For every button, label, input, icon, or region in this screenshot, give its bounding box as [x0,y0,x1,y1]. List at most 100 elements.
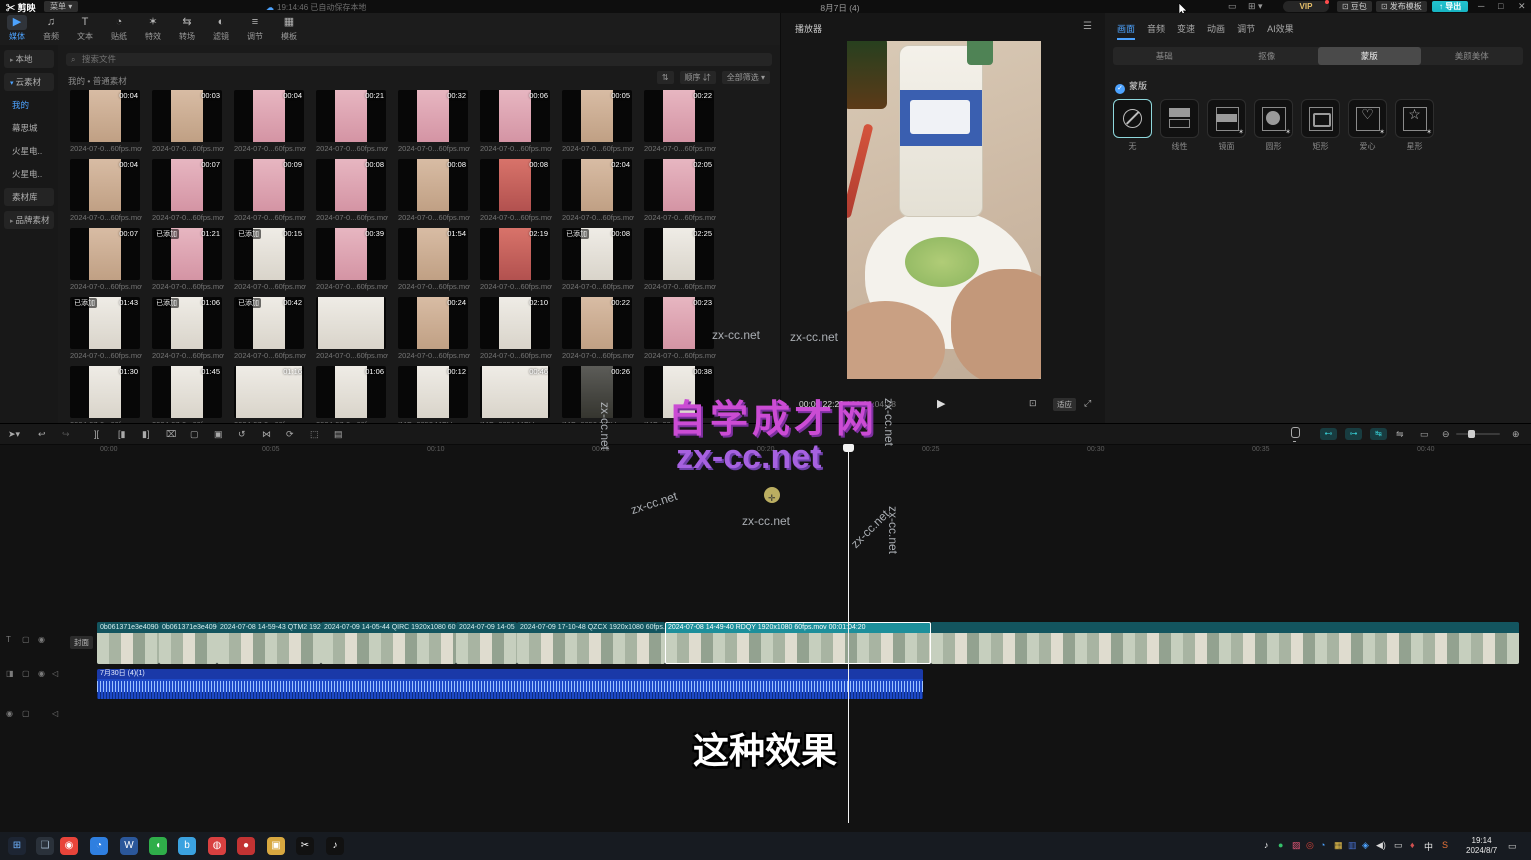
player-menu-icon[interactable]: ☰ [1083,21,1092,32]
media-thumbnail[interactable]: 00:32 [398,90,468,142]
mask-star[interactable]: ✶ 星形 [1395,99,1434,152]
mask-tile[interactable]: ✶ [1301,99,1340,138]
video-clip[interactable]: 2024-07-09 14-05 [456,622,517,664]
media-thumbnail[interactable]: 00:22 [644,90,714,142]
media-thumbnail[interactable]: 02:19 [480,228,550,280]
mask-tile[interactable]: ✶ [1113,99,1152,138]
notification-center-icon[interactable]: ▭ [1508,841,1517,852]
media-thumbnail[interactable]: 00:23 [644,297,714,349]
split-icon[interactable]: ][ [94,427,99,441]
media-item[interactable]: 01:30 2024-07-0...60fps.mov [64,364,146,432]
mirror-icon[interactable]: ⋈ [262,427,271,441]
video-clip[interactable]: 0b061371e3e4090( [97,622,159,664]
media-item[interactable]: 00:08 2024-07-0...60fps.mov [474,157,556,225]
search-input[interactable]: ⌕搜索文件 [66,53,772,66]
media-item[interactable]: 00:05 2024-07-0...60fps.mov [556,88,638,156]
mask-tile[interactable]: ✶ [1207,99,1246,138]
media-item[interactable]: 已添加 01:06 2024-07-0...60fps.mov [146,295,228,363]
freeze-frame-icon[interactable]: ▢ [190,427,199,441]
media-thumbnail[interactable]: 01:45 [152,366,222,418]
app-edge[interactable]: ◔ [90,837,108,855]
mask-tile[interactable]: ✶ [1160,99,1199,138]
media-thumbnail[interactable]: 00:05 [562,90,632,142]
tab-sound[interactable]: 音频 [1147,22,1165,38]
preview-axis-toggle[interactable]: ↹ [1370,428,1387,440]
video-clip[interactable]: 2024-07-08 14-49-40 RDQY 1920x1080 60fps… [665,622,931,664]
select-tool-icon[interactable]: ➤▾ [8,427,20,441]
tab-filter[interactable]: ◐ 滤镜 [204,15,238,42]
media-item[interactable]: 00:09 2024-07-0...60fps.mov [228,157,310,225]
task-view-button[interactable]: ❑ [36,837,54,855]
tray-mic-icon[interactable]: ♦ [1410,840,1415,850]
media-thumbnail[interactable]: 00:26 [562,366,632,418]
video-preview[interactable] [847,41,1041,379]
media-thumbnail[interactable]: 00:04 [70,90,140,142]
app-folder[interactable]: ▣ [267,837,285,855]
media-item[interactable]: 00:07 2024-07-0...60fps.mov [146,157,228,225]
tray-record-icon[interactable]: ◎ [1306,840,1314,851]
sidebar-item-huoxing-1[interactable]: 火星电.. [4,142,54,160]
video-clip[interactable]: 2024-07-09 17-10-48 QZCX 1920x1080 60fps… [517,622,665,664]
media-thumbnail[interactable]: 00:22 [562,297,632,349]
media-item[interactable]: 02:25 2024-07-0...60fps.mov [638,226,720,294]
mask-section-header[interactable]: ✓蒙版 [1115,79,1147,94]
media-item[interactable]: 01:16 2024-07-0...60fps.mov [228,364,310,432]
media-thumbnail[interactable]: 00:39 [316,228,386,280]
trim-right-icon[interactable]: ▮] [142,427,149,441]
media-item[interactable]: 00:08 2024-07-0...60fps.mov [310,157,392,225]
mask-tile[interactable]: ✶ [1395,99,1434,138]
sidebar-item-library[interactable]: 素材库 [4,188,54,206]
tab-media[interactable]: ▶ 媒体 [0,15,34,42]
minimize-button[interactable]: ─ [1478,0,1484,13]
media-item[interactable]: 01:45 2024-07-0...60fps.mov [146,364,228,432]
media-thumbnail[interactable]: 00:06 [480,90,550,142]
app-word[interactable]: W [120,837,138,855]
cover-button[interactable]: 封面 [70,636,93,649]
sidebar-item-local[interactable]: ▸本地 [4,50,54,68]
media-item[interactable]: 已添加 00:42 2024-07-0...60fps.mov [228,295,310,363]
media-item[interactable]: 02:19 2024-07-0...60fps.mov [474,226,556,294]
audio-clip-label[interactable]: 7月30日 (4)(1) [97,669,923,679]
app-chrome[interactable]: ◉ [60,837,78,855]
media-item[interactable]: 已添加 00:15 2024-07-0...60fps.mov [228,226,310,294]
tab-adjust[interactable]: ≡ 调节 [238,15,272,42]
tray-yellow-icon[interactable]: ▦ [1334,840,1343,851]
video-track-lock-icon[interactable]: ▢ [22,669,30,678]
doubao-button[interactable]: ⊡豆包 [1337,1,1372,12]
app-jianying[interactable]: ✂ [296,837,314,855]
media-item[interactable]: 00:22 2024-07-0...60fps.mov [556,295,638,363]
filter-all-button[interactable]: 全部筛选 ▾ [722,71,770,84]
maximize-button[interactable]: □ [1498,0,1503,13]
mask-none[interactable]: ✶ 无 [1113,99,1152,152]
media-item[interactable]: 00:22 2024-07-0...60fps.mov [638,88,720,156]
subtab-cutout[interactable]: 抠像 [1216,47,1319,65]
timeline-zoom-slider[interactable] [1456,433,1500,435]
media-thumbnail[interactable]: 01:06 [316,366,386,418]
media-item[interactable]: 01:54 2024-07-0...60fps.mov [392,226,474,294]
crop-icon[interactable]: ⬚ [310,427,319,441]
compact-mode-icon[interactable]: ▭ [1228,1,1237,12]
media-item[interactable]: 02:05 2024-07-0...60fps.mov [638,157,720,225]
media-item[interactable]: 02:10 2024-07-0...60fps.mov [474,295,556,363]
delete-icon[interactable]: ⌧ [166,427,176,441]
subtab-basic[interactable]: 基础 [1113,47,1216,65]
text-track-icon[interactable]: T [6,635,11,644]
mic-record-icon[interactable] [1291,427,1300,438]
mask-mirror[interactable]: ✶ 镜面 [1207,99,1246,152]
tab-sticker[interactable]: ◔ 贴纸 [102,15,136,42]
media-item[interactable]: 00:46 IMG_0851.MOV [474,364,556,432]
media-item[interactable]: 00:21 2024-07-0...60fps.mov [310,88,392,156]
audio-track-icon[interactable]: ◉ [6,709,13,718]
rotate-icon[interactable]: ⟳ [286,427,294,441]
tab-audio[interactable]: ♫ 音频 [34,15,68,42]
undo-icon[interactable]: ↩ [38,427,46,441]
sort-direction-icon[interactable]: ⇅ [657,71,674,84]
play-button[interactable]: ▶ [937,397,945,410]
media-thumbnail[interactable]: 00:09 [234,159,304,211]
media-thumbnail[interactable]: 00:46 [480,366,550,418]
vip-badge[interactable]: VIP [1283,1,1329,12]
media-thumbnail[interactable]: 00:08 [398,159,468,211]
video-clip[interactable]: 2024-07-09 14-05-44 QIRC 1920x1080 60fps… [321,622,456,664]
media-thumbnail[interactable]: 00:07 [152,159,222,211]
text-track-lock-icon[interactable]: ▢ [22,635,30,644]
